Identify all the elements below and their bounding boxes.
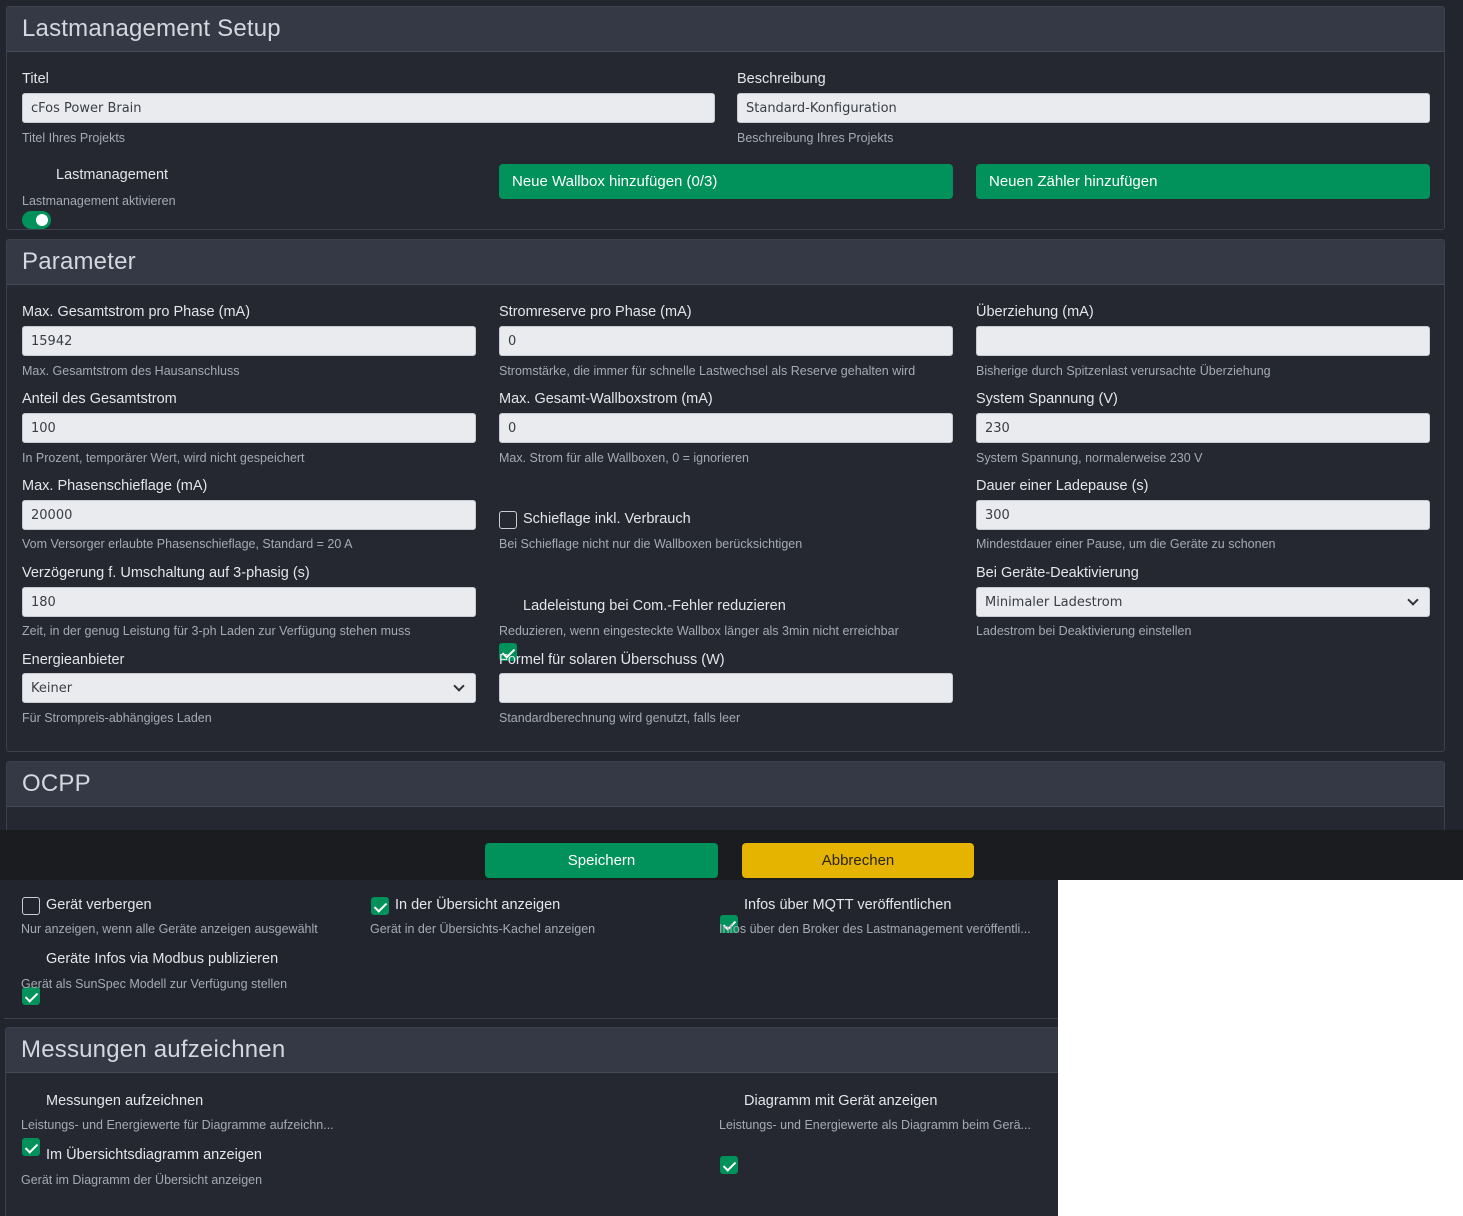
max-wallboxstrom-hint: Max. Strom für alle Wallboxen, 0 = ignor…: [499, 451, 749, 465]
uebersicht-hint: Gerät in der Übersichts-Kachel anzeigen: [370, 922, 596, 936]
ueberziehung-input[interactable]: [976, 326, 1430, 356]
settings-panel-top: Lastmanagement Setup Titel cFos Power Br…: [0, 0, 1463, 830]
messungen-aufzeichnen-hint: Leistungs- und Energiewerte für Diagramm…: [21, 1118, 334, 1132]
max-wallboxstrom-label: Max. Gesamt-Wallboxstrom (mA): [499, 391, 713, 407]
ladepause-hint: Mindestdauer einer Pause, um die Geräte …: [976, 537, 1276, 551]
setup-card: Lastmanagement Setup Titel cFos Power Br…: [6, 6, 1445, 230]
lastmanagement-label: Lastmanagement: [56, 167, 169, 183]
energieanbieter-select-value: Keiner: [31, 680, 73, 696]
max-gesamtstrom-hint: Max. Gesamtstrom des Hausanschluss: [22, 364, 240, 378]
messungen-card-title: Messungen aufzeichnen: [21, 1036, 286, 1063]
diagramm-hint: Leistungs- und Energiewerte als Diagramm…: [719, 1118, 1031, 1132]
spannung-hint: System Spannung, normalerweise 230 V: [976, 451, 1203, 465]
lastmanagement-hint: Lastmanagement aktivieren: [22, 194, 176, 208]
add-wallbox-button[interactable]: Neue Wallbox hinzufügen (0/3): [499, 164, 953, 199]
ladepause-label: Dauer einer Ladepause (s): [976, 478, 1149, 494]
anteil-label: Anteil des Gesamtstrom: [22, 391, 177, 407]
energieanbieter-label: Energieanbieter: [22, 652, 125, 668]
deaktivierung-label: Bei Geräte-Deaktivierung: [976, 565, 1139, 581]
ocpp-card-title: OCPP: [22, 770, 91, 797]
formel-hint: Standardberechnung wird genutzt, falls l…: [499, 711, 741, 725]
verzoegerung-label: Verzögerung f. Umschaltung auf 3-phasig …: [22, 565, 310, 581]
mqtt-hint: Infos über den Broker des Lastmanagement…: [719, 922, 1031, 936]
formel-label: Formel für solaren Überschuss (W): [499, 652, 725, 668]
com-fehler-label: Ladeleistung bei Com.-Fehler reduzieren: [523, 598, 786, 614]
settings-panel-bottom: Gerät verbergen Nur anzeigen, wenn alle …: [0, 880, 1058, 1216]
anteil-hint: In Prozent, temporärer Wert, wird nicht …: [22, 451, 305, 465]
modbus-label: Geräte Infos via Modbus publizieren: [46, 951, 279, 967]
beschreibung-input[interactable]: Standard-Konfiguration: [737, 93, 1430, 123]
geraet-verbergen-checkbox[interactable]: [22, 897, 40, 915]
uebersicht-checkbox[interactable]: [371, 897, 389, 915]
verzoegerung-hint: Zeit, in der genug Leistung für 3-ph Lad…: [22, 624, 411, 638]
parameter-card-header: Parameter: [7, 240, 1444, 285]
messungen-aufzeichnen-label: Messungen aufzeichnen: [46, 1093, 204, 1109]
schieflage-input[interactable]: 20000: [22, 500, 476, 530]
parameter-card-title: Parameter: [22, 248, 136, 275]
spannung-input[interactable]: 230: [976, 413, 1430, 443]
chevron-down-icon: [1407, 594, 1419, 606]
messungen-card: Messungen aufzeichnen Messungen aufzeich…: [5, 1027, 1058, 1216]
spannung-label: System Spannung (V): [976, 391, 1118, 407]
action-bar: Speichern Abbrechen: [0, 830, 1463, 880]
modbus-hint: Gerät als SunSpec Modell zur Verfügung s…: [21, 977, 288, 991]
lastmanagement-toggle[interactable]: [22, 211, 51, 229]
formel-input[interactable]: [499, 673, 953, 703]
energieanbieter-hint: Für Strompreis-abhängiges Laden: [22, 711, 212, 725]
com-fehler-hint: Reduzieren, wenn eingesteckte Wallbox lä…: [499, 624, 899, 638]
schieflage-verbrauch-checkbox[interactable]: [499, 511, 517, 529]
beschreibung-label: Beschreibung: [737, 71, 826, 87]
ueberziehung-hint: Bisherige durch Spitzenlast verursachte …: [976, 364, 1271, 378]
cancel-button[interactable]: Abbrechen: [742, 843, 974, 878]
stromreserve-hint: Stromstärke, die immer für schnelle Last…: [499, 364, 916, 378]
titel-input[interactable]: cFos Power Brain: [22, 93, 715, 123]
stromreserve-input[interactable]: 0: [499, 326, 953, 356]
geraet-verbergen-hint: Nur anzeigen, wenn alle Geräte anzeigen …: [21, 922, 318, 936]
schieflage-hint: Vom Versorger erlaubte Phasenschieflage,…: [22, 537, 353, 551]
ueberziehung-label: Überziehung (mA): [976, 304, 1094, 320]
schieflage-verbrauch-label: Schieflage inkl. Verbrauch: [523, 511, 691, 527]
deaktivierung-hint: Ladestrom bei Deaktivierung einstellen: [976, 624, 1192, 638]
mqtt-label: Infos über MQTT veröffentlichen: [744, 897, 952, 913]
save-button[interactable]: Speichern: [485, 843, 718, 878]
max-gesamtstrom-label: Max. Gesamtstrom pro Phase (mA): [22, 304, 251, 320]
deaktivierung-select-value: Minimaler Ladestrom: [985, 594, 1123, 610]
ladepause-input[interactable]: 300: [976, 500, 1430, 530]
deaktivierung-select[interactable]: Minimaler Ladestrom: [976, 587, 1430, 617]
setup-card-title: Lastmanagement Setup: [22, 15, 281, 42]
add-meter-button[interactable]: Neuen Zähler hinzufügen: [976, 164, 1430, 199]
energieanbieter-select[interactable]: Keiner: [22, 673, 476, 703]
verzoegerung-input[interactable]: 180: [22, 587, 476, 617]
max-wallboxstrom-input[interactable]: 0: [499, 413, 953, 443]
schieflage-label: Max. Phasenschieflage (mA): [22, 478, 208, 494]
setup-card-header: Lastmanagement Setup: [7, 7, 1444, 52]
messungen-aufzeichnen-checkbox[interactable]: [22, 1138, 40, 1156]
messungen-card-header: Messungen aufzeichnen: [6, 1028, 1058, 1073]
device-card-bottom-border: [4, 1018, 1058, 1019]
diagramm-checkbox[interactable]: [720, 1156, 738, 1174]
max-gesamtstrom-input[interactable]: 15942: [22, 326, 476, 356]
chevron-down-icon: [453, 680, 465, 692]
anteil-input[interactable]: 100: [22, 413, 476, 443]
ocpp-card-header: OCPP: [7, 762, 1444, 807]
uebersichtsdiagramm-label: Im Übersichtsdiagramm anzeigen: [46, 1147, 262, 1163]
schieflage-verbrauch-hint: Bei Schieflage nicht nur die Wallboxen b…: [499, 537, 803, 551]
parameter-card: Parameter Max. Gesamtstrom pro Phase (mA…: [6, 239, 1445, 752]
diagramm-label: Diagramm mit Gerät anzeigen: [744, 1093, 938, 1109]
geraet-verbergen-label: Gerät verbergen: [46, 897, 152, 913]
uebersichtsdiagramm-hint: Gerät im Diagramm der Übersicht anzeigen: [21, 1173, 263, 1187]
titel-label: Titel: [22, 71, 49, 87]
beschreibung-hint: Beschreibung Ihres Projekts: [737, 131, 894, 145]
stromreserve-label: Stromreserve pro Phase (mA): [499, 304, 692, 320]
titel-hint: Titel Ihres Projekts: [22, 131, 126, 145]
uebersicht-label: In der Übersicht anzeigen: [395, 897, 561, 913]
ocpp-card: OCPP: [6, 761, 1445, 830]
